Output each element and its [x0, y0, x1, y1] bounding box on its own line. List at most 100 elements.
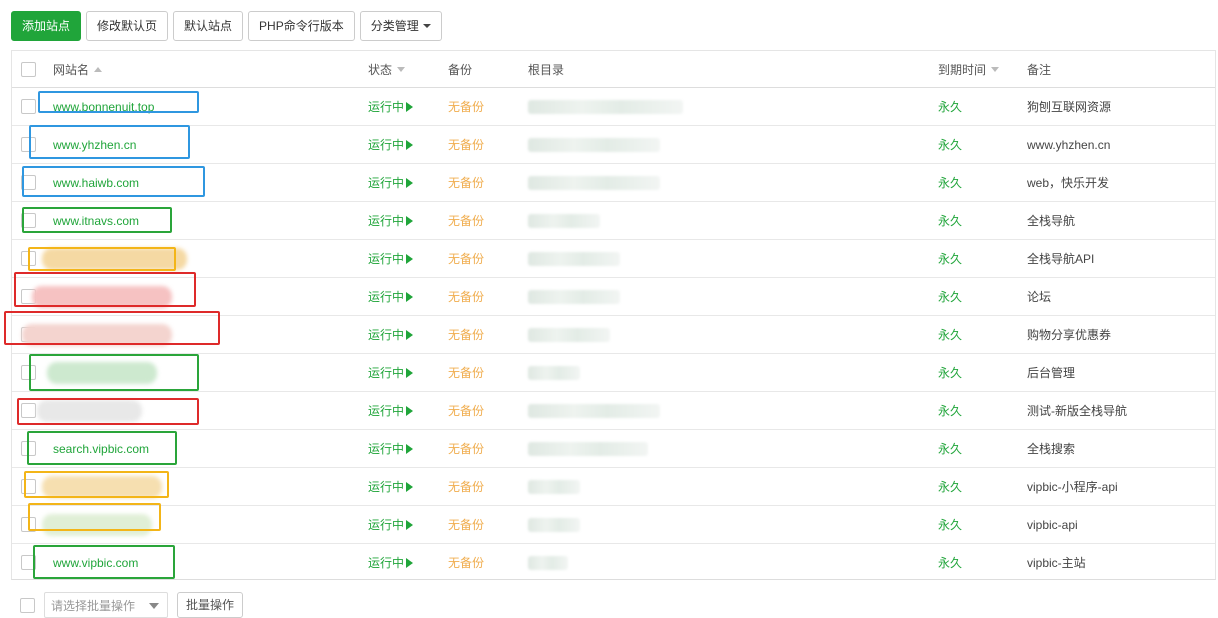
status-toggle[interactable]: 运行中: [368, 202, 414, 239]
note-text[interactable]: www.yhzhen.cn: [1027, 138, 1110, 152]
row-checkbox[interactable]: [21, 365, 36, 380]
root-path-redacted[interactable]: [528, 175, 660, 190]
note-text[interactable]: 全栈搜索: [1027, 440, 1075, 457]
backup-link[interactable]: 无备份: [448, 440, 484, 457]
root-path-redacted[interactable]: [528, 251, 620, 266]
note-text[interactable]: 狗刨互联网资源: [1027, 98, 1111, 115]
status-toggle[interactable]: 运行中: [368, 278, 414, 315]
site-name-redacted[interactable]: [42, 476, 162, 498]
expire-value[interactable]: 永久: [938, 364, 962, 381]
category-manage-dropdown[interactable]: 分类管理: [359, 11, 442, 41]
site-name-link[interactable]: www.bonnenuit.top: [53, 100, 154, 114]
row-checkbox[interactable]: [21, 403, 36, 418]
expire-value[interactable]: 永久: [938, 174, 962, 191]
status-toggle[interactable]: 运行中: [368, 164, 414, 201]
backup-link[interactable]: 无备份: [448, 326, 484, 343]
backup-link[interactable]: 无备份: [448, 554, 484, 571]
row-checkbox[interactable]: [21, 555, 36, 570]
status-toggle[interactable]: 运行中: [368, 468, 414, 505]
default-site-button[interactable]: 默认站点: [173, 11, 244, 41]
batch-operation-button[interactable]: 批量操作: [177, 592, 244, 618]
expire-value[interactable]: 永久: [938, 478, 962, 495]
backup-link[interactable]: 无备份: [448, 288, 484, 305]
row-checkbox[interactable]: [21, 479, 36, 494]
root-path-redacted[interactable]: [528, 213, 600, 228]
root-path-redacted[interactable]: [528, 99, 683, 114]
note-text[interactable]: vipbic-主站: [1027, 554, 1086, 571]
expire-value[interactable]: 永久: [938, 98, 962, 115]
expire-value[interactable]: 永久: [938, 326, 962, 343]
row-checkbox[interactable]: [21, 441, 36, 456]
footer-select-all-checkbox[interactable]: [20, 597, 35, 613]
status-toggle[interactable]: 运行中: [368, 506, 414, 543]
site-name-link[interactable]: www.haiwb.com: [53, 176, 139, 190]
site-name-redacted[interactable]: [42, 514, 152, 536]
note-text[interactable]: 全栈导航: [1027, 212, 1075, 229]
row-checkbox[interactable]: [21, 137, 36, 152]
edit-default-page-button[interactable]: 修改默认页: [86, 11, 169, 41]
expire-value[interactable]: 永久: [938, 136, 962, 153]
site-name-redacted[interactable]: [32, 286, 172, 308]
root-path-redacted[interactable]: [528, 479, 580, 494]
expire-value[interactable]: 永久: [938, 440, 962, 457]
expire-value[interactable]: 永久: [938, 288, 962, 305]
expire-value[interactable]: 永久: [938, 250, 962, 267]
row-checkbox[interactable]: [21, 251, 36, 266]
root-path-redacted[interactable]: [528, 441, 648, 456]
site-name-redacted[interactable]: [47, 362, 157, 384]
row-checkbox[interactable]: [21, 213, 36, 228]
status-toggle[interactable]: 运行中: [368, 544, 414, 579]
backup-link[interactable]: 无备份: [448, 136, 484, 153]
php-cli-version-button[interactable]: PHP命令行版本: [248, 11, 355, 41]
select-all-checkbox[interactable]: [21, 61, 36, 77]
batch-operation-select[interactable]: 请选择批量操作: [44, 592, 168, 618]
expire-value[interactable]: 永久: [938, 212, 962, 229]
note-text[interactable]: 论坛: [1027, 288, 1051, 305]
status-toggle[interactable]: 运行中: [368, 354, 414, 391]
row-checkbox[interactable]: [21, 175, 36, 190]
note-text[interactable]: 后台管理: [1027, 364, 1075, 381]
backup-link[interactable]: 无备份: [448, 364, 484, 381]
expire-value[interactable]: 永久: [938, 516, 962, 533]
root-path-redacted[interactable]: [528, 137, 660, 152]
status-toggle[interactable]: 运行中: [368, 88, 414, 125]
note-text[interactable]: web，快乐开发: [1027, 174, 1109, 191]
status-toggle[interactable]: 运行中: [368, 316, 414, 353]
root-path-redacted[interactable]: [528, 327, 610, 342]
note-text[interactable]: 测试-新版全栈导航: [1027, 402, 1127, 419]
backup-link[interactable]: 无备份: [448, 478, 484, 495]
add-site-button[interactable]: 添加站点: [11, 11, 82, 41]
root-path-redacted[interactable]: [528, 365, 580, 380]
site-name-redacted[interactable]: [22, 324, 172, 346]
site-name-link[interactable]: www.itnavs.com: [53, 214, 139, 228]
status-toggle[interactable]: 运行中: [368, 430, 414, 467]
root-path-redacted[interactable]: [528, 403, 660, 418]
backup-link[interactable]: 无备份: [448, 516, 484, 533]
root-path-redacted[interactable]: [528, 517, 580, 532]
backup-link[interactable]: 无备份: [448, 174, 484, 191]
note-text[interactable]: vipbic-小程序-api: [1027, 478, 1118, 495]
backup-link[interactable]: 无备份: [448, 250, 484, 267]
expire-value[interactable]: 永久: [938, 554, 962, 571]
site-name-redacted[interactable]: [42, 248, 187, 270]
header-status[interactable]: 状态: [368, 51, 406, 87]
row-checkbox[interactable]: [21, 99, 36, 114]
status-toggle[interactable]: 运行中: [368, 126, 414, 163]
site-name-link[interactable]: www.vipbic.com: [53, 556, 138, 570]
note-text[interactable]: 购物分享优惠券: [1027, 326, 1111, 343]
header-expire[interactable]: 到期时间: [938, 51, 1000, 87]
backup-link[interactable]: 无备份: [448, 402, 484, 419]
site-name-link[interactable]: search.vipbic.com: [53, 442, 149, 456]
note-text[interactable]: vipbic-api: [1027, 518, 1078, 532]
backup-link[interactable]: 无备份: [448, 212, 484, 229]
status-toggle[interactable]: 运行中: [368, 240, 414, 277]
backup-link[interactable]: 无备份: [448, 98, 484, 115]
site-name-redacted[interactable]: [37, 400, 142, 422]
note-text[interactable]: 全栈导航API: [1027, 250, 1094, 267]
status-toggle[interactable]: 运行中: [368, 392, 414, 429]
site-name-link[interactable]: www.yhzhen.cn: [53, 138, 136, 152]
root-path-redacted[interactable]: [528, 555, 568, 570]
header-site-name[interactable]: 网站名: [53, 51, 103, 87]
root-path-redacted[interactable]: [528, 289, 620, 304]
expire-value[interactable]: 永久: [938, 402, 962, 419]
